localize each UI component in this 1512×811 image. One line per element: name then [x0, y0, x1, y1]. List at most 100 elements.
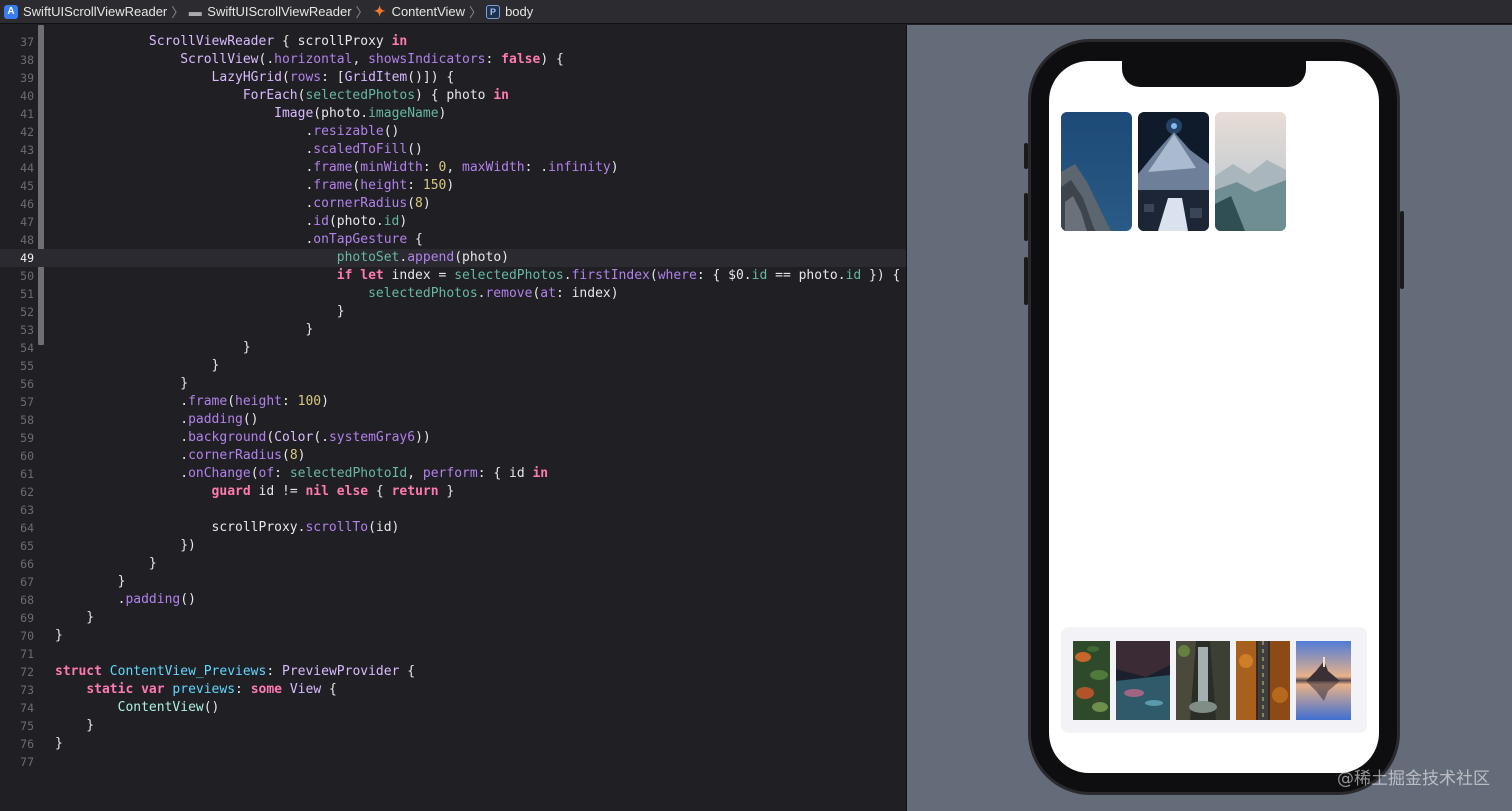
code-line[interactable]: 67 } [0, 573, 906, 591]
code-line[interactable]: 65 }) [0, 537, 906, 555]
code-line[interactable]: 49 photoSet.append(photo) [0, 249, 906, 267]
code-token: else [336, 484, 369, 499]
code-token: padding [125, 592, 181, 607]
breadcrumb-symbol[interactable]: P body [486, 4, 533, 19]
code-line[interactable]: 70} [0, 627, 906, 645]
thumbnail-2[interactable] [1116, 641, 1170, 720]
code-token: }) [55, 538, 196, 553]
line-number: 49 [20, 251, 34, 265]
code-line[interactable]: 46 .cornerRadius(8) [0, 195, 906, 213]
code-line[interactable]: 73 static var previews: some View { [0, 681, 906, 699]
code-token: LazyHGrid [211, 70, 282, 85]
code-line[interactable]: 41 Image(photo.imageName) [0, 105, 906, 123]
code-line[interactable]: 39 LazyHGrid(rows: [GridItem()]) { [0, 69, 906, 87]
code-line[interactable]: 53 } [0, 321, 906, 339]
code-line[interactable]: 50 if let index = selectedPhotos.firstIn… [0, 267, 906, 285]
code-line[interactable]: 52 } [0, 303, 906, 321]
code-text: Image(photo.imageName) [55, 105, 446, 123]
selected-photo-2[interactable] [1138, 112, 1209, 231]
code-line[interactable]: 58 .padding() [0, 411, 906, 429]
code-line[interactable]: 75 } [0, 717, 906, 735]
line-number: 68 [20, 593, 34, 607]
code-line[interactable]: 63 [0, 501, 906, 519]
line-number: 60 [20, 449, 34, 463]
code-token: index = [383, 268, 455, 283]
code-line[interactable]: 44 .frame(minWidth: 0, maxWidth: .infini… [0, 159, 906, 177]
breadcrumb-label: body [505, 4, 534, 19]
code-token: (. [258, 52, 275, 67]
thumbnail-3[interactable] [1176, 641, 1230, 720]
breadcrumb-folder[interactable]: ▬ SwiftUIScrollViewReader [188, 4, 352, 19]
code-token: { scrollProxy [274, 34, 392, 49]
code-line[interactable]: 54 } [0, 339, 906, 357]
code-line[interactable]: 42 .resizable() [0, 123, 906, 141]
code-token: . [55, 160, 314, 175]
code-line[interactable]: 68 .padding() [0, 591, 906, 609]
mountain-photo [1061, 112, 1132, 231]
code-line[interactable]: 40 ForEach(selectedPhotos) { photo in [0, 87, 906, 105]
code-token: , [407, 466, 423, 481]
code-line[interactable]: 71 [0, 645, 906, 663]
code-token: in [532, 466, 549, 481]
code-line[interactable]: 43 .scaledToFill() [0, 141, 906, 159]
code-line[interactable]: 62 guard id != nil else { return } [0, 483, 906, 501]
code-editor[interactable]: 37 ScrollViewReader { scrollProxy in 38 S… [0, 25, 906, 811]
breadcrumb-project[interactable]: A SwiftUIScrollViewReader [4, 4, 167, 19]
line-number: 55 [20, 359, 34, 373]
code-line[interactable]: 66 } [0, 555, 906, 573]
code-token: } [55, 574, 126, 589]
code-text: .frame(height: 150) [55, 177, 454, 195]
breadcrumb-file[interactable]: ✦ ContentView [373, 3, 465, 19]
code-line[interactable]: 47 .id(photo.id) [0, 213, 906, 231]
code-token: () [383, 124, 400, 139]
code-line[interactable]: 57 .frame(height: 100) [0, 393, 906, 411]
code-token: . [55, 124, 314, 139]
code-line[interactable]: 48 .onTapGesture { [0, 231, 906, 249]
code-line[interactable]: 51 selectedPhotos.remove(at: index) [0, 285, 906, 303]
selected-photo-3[interactable] [1215, 112, 1286, 231]
folder-icon: ▬ [188, 4, 202, 19]
code-token: height [235, 394, 282, 409]
code-text: .resizable() [55, 123, 399, 141]
line-number: 39 [20, 71, 34, 85]
code-line[interactable]: 56 } [0, 375, 906, 393]
code-token: in [391, 34, 408, 49]
code-text: .cornerRadius(8) [55, 195, 430, 213]
code-text: .onTapGesture { [55, 231, 422, 249]
code-token: : [274, 466, 290, 481]
thumbnail-4[interactable] [1236, 641, 1290, 720]
thumbnail-scroll-view[interactable] [1061, 627, 1367, 733]
code-token: perform [422, 466, 478, 481]
code-line[interactable]: 55 } [0, 357, 906, 375]
code-line[interactable]: 60 .cornerRadius(8) [0, 447, 906, 465]
code-line[interactable]: 74 ContentView() [0, 699, 906, 717]
code-token: ContentView_Previews [109, 664, 267, 679]
line-number: 72 [20, 665, 34, 679]
code-line[interactable]: 77 [0, 753, 906, 771]
code-text: .onChange(of: selectedPhotoId, perform: … [55, 465, 548, 483]
code-text: } [55, 573, 126, 591]
code-line[interactable]: 59 .background(Color(.systemGray6)) [0, 429, 906, 447]
code-line[interactable]: 38 ScrollView(.horizontal, showsIndicato… [0, 51, 906, 69]
code-line[interactable]: 64 scrollProxy.scrollTo(id) [0, 519, 906, 537]
code-line[interactable]: 37 ScrollViewReader { scrollProxy in [0, 33, 906, 51]
code-line[interactable]: 72 struct ContentView_Previews: PreviewPr… [0, 663, 906, 681]
code-line[interactable]: 69 } [0, 609, 906, 627]
code-line[interactable]: 61 .onChange(of: selectedPhotoId, perfor… [0, 465, 906, 483]
code-line[interactable]: 45 .frame(height: 150) [0, 177, 906, 195]
code-token: : [422, 160, 439, 175]
thumbnail-1[interactable] [1073, 641, 1110, 720]
code-token: } [55, 322, 314, 337]
thumbnail-5[interactable] [1296, 641, 1351, 720]
mute-switch [1024, 143, 1028, 169]
code-token: ( [281, 448, 290, 463]
line-number: 67 [20, 575, 34, 589]
code-token: { [399, 664, 416, 679]
line-number: 63 [20, 503, 34, 517]
code-line[interactable]: 76} [0, 735, 906, 753]
code-token: . [55, 214, 314, 229]
code-token: == photo. [767, 268, 846, 283]
selected-photo-1[interactable] [1061, 112, 1132, 231]
